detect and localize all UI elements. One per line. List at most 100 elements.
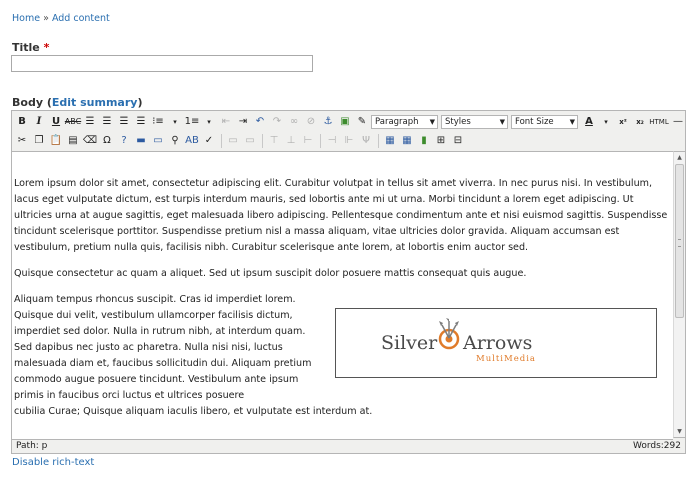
col-after-icon[interactable]: ⊩ [341,133,357,149]
font-size-select[interactable]: Font Size ▼ [511,114,578,129]
link-icon[interactable]: ∞ [286,114,302,130]
styles-select[interactable]: Styles ▼ [441,114,508,129]
remove-format-icon[interactable]: ⌫ [82,133,98,149]
horizontal-rule-button[interactable]: — [670,114,686,130]
italic-button[interactable]: I [31,114,47,130]
chevron-down-icon: ▼ [499,117,505,126]
cleanup-icon[interactable]: ✎ [354,114,370,130]
toolbar-divider [320,133,321,148]
redo-icon[interactable]: ↷ [269,114,285,130]
paste-word-icon[interactable]: ▤ [65,133,81,149]
move-layer-icon[interactable]: ▭ [242,133,258,149]
table-icon[interactable]: ▦ [382,133,398,149]
toolbar-divider [262,133,263,148]
disable-rich-text-link[interactable]: Disable rich-text [12,457,94,468]
row-after-icon[interactable]: ⊥ [283,133,299,149]
body-label-close-paren: ) [137,96,143,109]
fullscreen-icon[interactable]: ▭ [150,133,166,149]
undo-icon[interactable]: ↶ [252,114,268,130]
bullet-list-dropdown-icon[interactable]: ▾ [167,114,183,130]
font-size-select-value: Font Size [515,116,554,127]
media-icon[interactable]: ▮ [416,133,432,149]
title-input[interactable] [11,55,313,72]
superscript-button[interactable]: x² [615,114,631,130]
delete-row-icon[interactable]: ⊢ [300,133,316,149]
font-color-button[interactable]: A [581,114,597,130]
find-replace-icon[interactable]: AB [184,133,200,149]
silver-arrows-logo: Silver Arrows MultiMedia [381,318,536,364]
align-center-icon[interactable]: ☰ [99,114,115,130]
insert-layer-icon[interactable]: ▭ [225,133,241,149]
logo-word-1: Silver [381,332,438,354]
embedded-logo-image[interactable]: Silver Arrows MultiMedia [335,308,657,378]
breadcrumb-home-link[interactable]: Home [12,13,40,24]
breadcrumb: Home » Add content [12,13,110,24]
format-select[interactable]: Paragraph ▼ [371,114,438,129]
template-icon[interactable]: ⊞ [433,133,449,149]
cut-icon[interactable]: ✂ [14,133,30,149]
title-label: Title * [12,41,49,54]
numbered-list-icon[interactable]: 1≡ [184,114,200,130]
rich-text-editor: B I U ABC ☰ ☰ ☰ ☰ ⁝≡ ▾ 1≡ ▾ ⇤ ⇥ ↶ ↷ ∞ ⊘ … [11,110,686,454]
unlink-icon[interactable]: ⊘ [303,114,319,130]
element-path: Path: p [16,440,48,451]
spellcheck-icon[interactable]: ✓ [201,133,217,149]
col-before-icon[interactable]: ⊣ [324,133,340,149]
find-icon[interactable]: ⚲ [167,133,183,149]
body-label-text: Body [12,96,43,109]
logo-tagline: MultiMedia [476,354,536,364]
strikethrough-button[interactable]: ABC [65,114,81,130]
chevron-down-icon: ▼ [569,117,575,126]
required-marker: * [43,41,50,54]
html-source-button[interactable]: HTML [649,114,669,130]
editor-scrollbar[interactable]: ▲ ▼ [673,151,685,438]
breadcrumb-add-content-link[interactable]: Add content [52,13,110,24]
target-arrows-icon [438,318,460,350]
charmap-button[interactable]: Ω [99,133,115,149]
scroll-down-icon[interactable]: ▼ [674,426,685,437]
editor-content-area[interactable]: Lorem ipsum dolor sit amet, consectetur … [12,151,673,440]
content-paragraph-3-last-line: cubilia Curae; Quisque aliquam iaculis l… [14,406,373,417]
align-left-icon[interactable]: ☰ [82,114,98,130]
help-button[interactable]: ? [116,133,132,149]
chevron-down-icon: ▼ [429,117,435,126]
bold-button[interactable]: B [14,114,30,130]
delete-col-icon[interactable]: Ψ [358,133,374,149]
page-break-icon[interactable]: ⊟ [450,133,466,149]
scroll-up-icon[interactable]: ▲ [674,152,685,163]
body-label: Body (Edit summary) [12,96,142,109]
format-select-value: Paragraph [375,116,419,127]
align-right-icon[interactable]: ☰ [116,114,132,130]
editor-toolbar-row-1: B I U ABC ☰ ☰ ☰ ☰ ⁝≡ ▾ 1≡ ▾ ⇤ ⇥ ↶ ↷ ∞ ⊘ … [14,113,687,130]
row-before-icon[interactable]: ⊤ [266,133,282,149]
content-paragraph-2: Quisque consectetur ac quam a aliquet. S… [14,268,527,279]
toolbar-divider [221,133,222,148]
horizontal-line-icon[interactable]: ▬ [133,133,149,149]
copy-icon[interactable]: ❐ [31,133,47,149]
subscript-button[interactable]: x₂ [632,114,648,130]
editor-status-bar: Path: p Words:292 [12,438,685,453]
styles-select-value: Styles [445,116,471,127]
font-color-dropdown-icon[interactable]: ▾ [598,114,614,130]
content-paragraph-1: Lorem ipsum dolor sit amet, consectetur … [14,178,668,253]
bullet-list-icon[interactable]: ⁝≡ [150,114,166,130]
indent-icon[interactable]: ⇥ [235,114,251,130]
scrollbar-thumb[interactable] [675,164,684,318]
paste-icon[interactable]: 📋 [48,133,64,149]
word-count: Words:292 [632,440,681,451]
editor-toolbar-row-2: ✂ ❐ 📋 ▤ ⌫ Ω ? ▬ ▭ ⚲ AB ✓ ▭ ▭ ⊤ ⊥ ⊢ ⊣ ⊩ Ψ… [14,132,467,149]
logo-word-2: Arrows [462,332,532,354]
image-icon[interactable]: ▣ [337,114,353,130]
underline-button[interactable]: U [48,114,64,130]
numbered-list-dropdown-icon[interactable]: ▾ [201,114,217,130]
align-justify-icon[interactable]: ☰ [133,114,149,130]
title-label-text: Title [12,41,40,54]
outdent-icon[interactable]: ⇤ [218,114,234,130]
edit-summary-link[interactable]: Edit summary [52,96,138,109]
table-props-icon[interactable]: ▦ [399,133,415,149]
anchor-icon[interactable]: ⚓ [320,114,336,130]
content-paragraph-3: Aliquam tempus rhoncus suscipit. Cras id… [14,294,312,401]
breadcrumb-separator: » [43,13,49,24]
toolbar-divider [378,133,379,148]
scrollbar-grip [678,239,681,247]
